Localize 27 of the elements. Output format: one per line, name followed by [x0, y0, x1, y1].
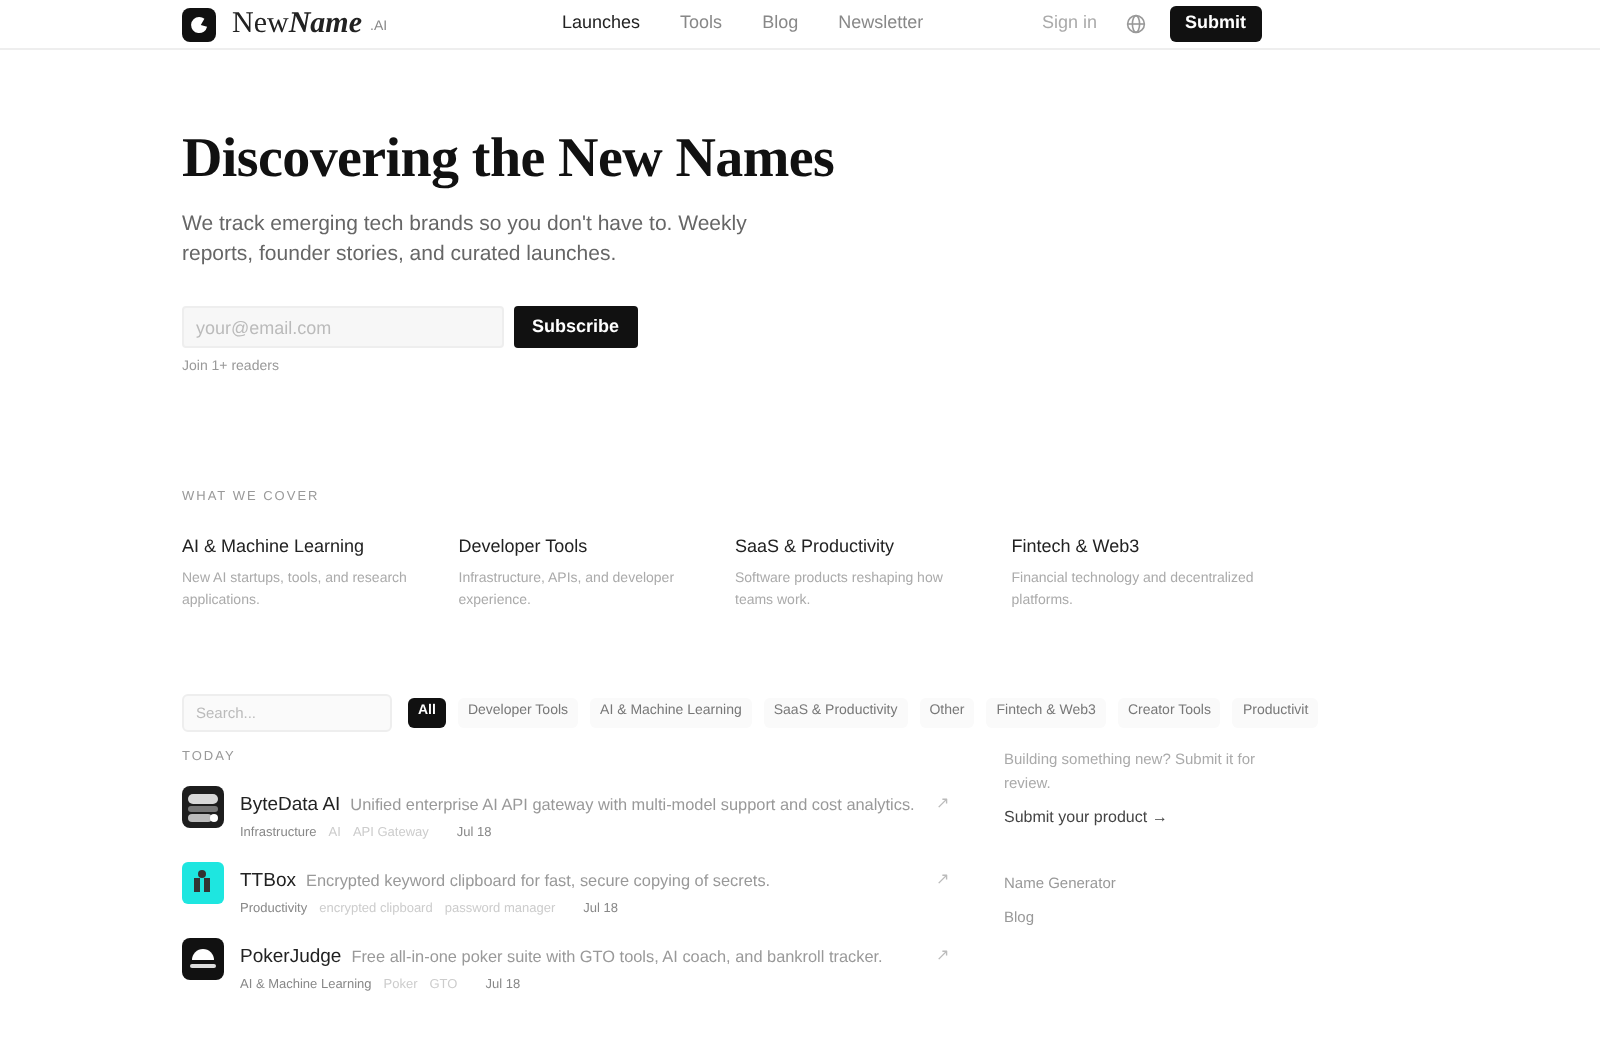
app-logo-icon: [182, 861, 224, 903]
product-name[interactable]: ByteData AI: [240, 791, 341, 820]
sign-in-link[interactable]: Sign in: [1041, 10, 1097, 38]
brand-name[interactable]: NewName: [232, 1, 362, 47]
category-title: Fintech & Web3: [1011, 534, 1142, 561]
hero-title: Discovering the New Names: [182, 130, 837, 190]
subscribe-button[interactable]: Subscribe: [514, 306, 638, 348]
product-description: Free all-in-one poker suite with GTO tools, AI coach, and bankroll tracker.: [351, 945, 883, 970]
category-title: AI & Machine Learning: [182, 534, 367, 561]
nav-link[interactable]: Blog: [762, 10, 799, 38]
category-title: Developer Tools: [458, 534, 590, 561]
app-logo-icon: [182, 937, 224, 979]
product-description: Unified enterprise AI API gateway with multi-model support and cost analytics.: [350, 793, 915, 818]
app-logo-icon: [182, 785, 224, 827]
product-name[interactable]: PokerJudge: [240, 943, 342, 972]
category-title: SaaS & Productivity: [735, 534, 897, 561]
nav-link[interactable]: Newsletter: [838, 10, 924, 38]
submit-product-link[interactable]: Submit your product →: [1004, 805, 1262, 830]
globe-icon[interactable]: [1125, 14, 1145, 34]
hero-subtitle: We track emerging tech brands so you don't have to. Weekly reports, founder stories, and curated launches.: [182, 210, 749, 270]
product-name[interactable]: TTBox: [240, 867, 296, 896]
product-description: Encrypted keyword clipboard for fast, secure copying of secrets.: [305, 869, 771, 894]
nav-link[interactable]: Launches: [562, 10, 641, 38]
submit-button[interactable]: Submit: [1169, 6, 1262, 42]
email-field[interactable]: your@email.com: [182, 306, 504, 348]
nav-link[interactable]: Tools: [680, 10, 723, 38]
logo-icon[interactable]: [182, 7, 216, 41]
